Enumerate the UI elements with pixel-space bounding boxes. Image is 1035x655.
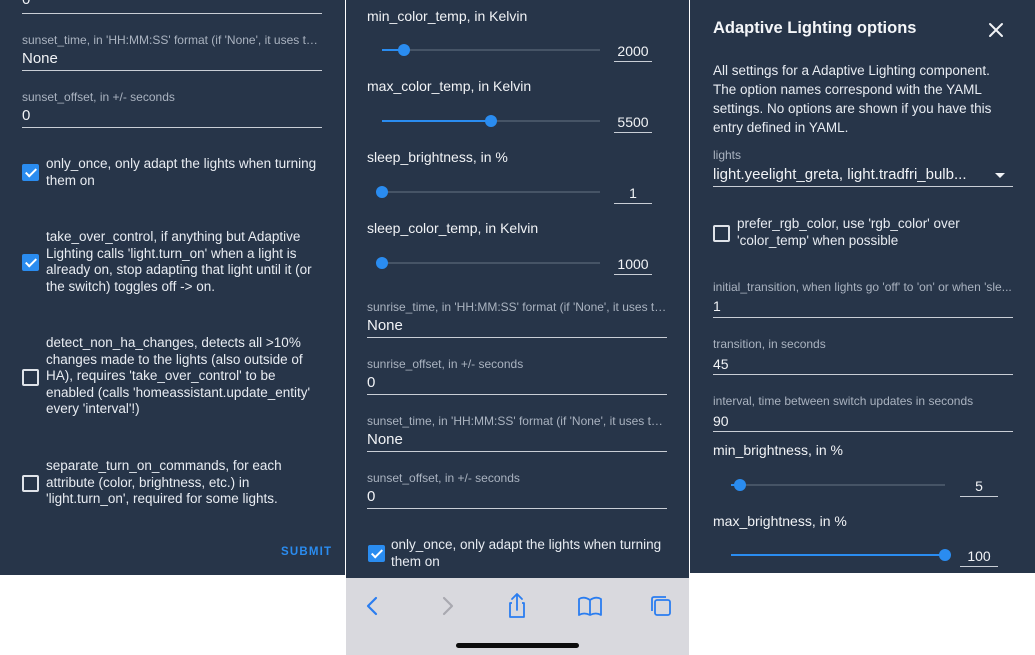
max-brightness-slider-handle[interactable] <box>939 549 951 561</box>
bookmarks-icon[interactable] <box>575 591 605 621</box>
options-panel-right: Adaptive Lighting options All settings f… <box>690 0 1035 573</box>
sleep-brightness-slider[interactable] <box>376 186 600 198</box>
lights-underline <box>713 186 1013 187</box>
prefer-rgb-color-label: prefer_rgb_color, use 'rgb_color' over'c… <box>737 216 960 248</box>
sleep-color-temp-input[interactable]: 1000 <box>614 256 652 275</box>
sunset-offset-underline <box>22 127 322 128</box>
detect-non-ha-changes-label: detect_non_ha_changes, detects all >10% c… <box>46 335 311 416</box>
sleep-color-temp-slider-handle[interactable] <box>376 257 388 269</box>
lights-label: lights <box>713 148 742 162</box>
only-once-label-2: only_once, only adapt the lights when tu… <box>391 537 662 569</box>
submit-button[interactable]: SUBMIT <box>281 546 332 558</box>
sleep-color-temp-label: sleep_color_temp, in Kelvin <box>367 220 539 236</box>
dialog-title: Adaptive Lighting options <box>713 19 917 37</box>
initial-transition-label: initial_transition, when lights go 'off'… <box>713 280 1012 294</box>
min-brightness-slider-handle[interactable] <box>733 479 746 491</box>
initial-transition-underline <box>713 317 1013 318</box>
transition-underline <box>713 374 1013 375</box>
interval-input[interactable]: 90 <box>713 413 729 429</box>
options-panel-left: 0 sunset_time, in 'HH:MM:SS' format (if … <box>0 0 345 575</box>
sunset-time-label-2: sunset_time, in 'HH:MM:SS' format (if 'N… <box>367 414 667 428</box>
prefer-rgb-color-checkbox[interactable] <box>713 225 730 242</box>
sunset-offset-label: sunset_offset, in +/- seconds <box>22 90 175 104</box>
sunrise-time-underline <box>367 337 667 338</box>
detect-non-ha-changes-checkbox[interactable] <box>22 369 39 386</box>
back-icon[interactable] <box>358 591 388 621</box>
sunset-offset-underline-2 <box>367 508 667 509</box>
options-panel-middle: min_color_temp, in Kelvin 2000 max_color… <box>346 0 689 578</box>
max-color-temp-slider-handle[interactable] <box>485 115 497 127</box>
only-once-checkbox[interactable] <box>22 164 39 181</box>
home-indicator <box>456 643 579 648</box>
sunset-time-underline-2 <box>367 451 667 452</box>
min-brightness-input[interactable]: 5 <box>960 478 998 497</box>
sunset-time-input[interactable]: None <box>22 50 58 67</box>
min-color-temp-label: min_color_temp, in Kelvin <box>367 8 528 24</box>
forward-icon[interactable] <box>432 591 462 621</box>
chevron-down-icon[interactable] <box>994 172 1006 180</box>
sleep-brightness-input[interactable]: 1 <box>614 185 652 204</box>
sunrise-time-input[interactable]: None <box>367 317 403 334</box>
max-brightness-slider[interactable] <box>731 549 951 561</box>
separate-turn-on-commands-checkbox[interactable] <box>22 475 39 492</box>
min-color-temp-slider-handle[interactable] <box>397 44 410 56</box>
transition-label: transition, in seconds <box>713 337 826 351</box>
only-once-label: only_once, only adapt the lights when tu… <box>46 156 317 188</box>
sunrise-offset-input[interactable]: 0 <box>367 374 375 391</box>
sunset-time-underline <box>22 70 322 71</box>
transition-input[interactable]: 45 <box>713 356 729 372</box>
take-over-control-label: take_over_control, if anything but Adapt… <box>46 229 312 294</box>
sleep-brightness-label: sleep_brightness, in % <box>367 149 508 165</box>
sunset-time-input-2[interactable]: None <box>367 431 403 448</box>
sunset-time-label: sunset_time, in 'HH:MM:SS' format (if 'N… <box>22 33 322 47</box>
max-color-temp-input[interactable]: 5500 <box>614 114 652 133</box>
lights-select[interactable]: light.yeelight_greta, light.tradfri_bulb… <box>713 166 983 183</box>
interval-label: interval, time between switch updates in… <box>713 394 974 408</box>
share-icon[interactable] <box>502 591 532 621</box>
sleep-brightness-slider-handle[interactable] <box>376 186 388 198</box>
sunset-offset-label-2: sunset_offset, in +/- seconds <box>367 471 520 485</box>
sleep-color-temp-slider[interactable] <box>376 257 600 269</box>
max-color-temp-label: max_color_temp, in Kelvin <box>367 78 532 94</box>
sunset-offset-input-2[interactable]: 0 <box>367 488 375 505</box>
close-icon[interactable] <box>988 22 1004 38</box>
top-field-value[interactable]: 0 <box>22 0 30 8</box>
sunrise-offset-label: sunrise_offset, in +/- seconds <box>367 357 524 371</box>
tabs-icon[interactable] <box>646 591 676 621</box>
max-brightness-label: max_brightness, in % <box>713 513 847 529</box>
take-over-control-checkbox[interactable] <box>22 254 39 271</box>
min-color-temp-input[interactable]: 2000 <box>614 43 652 62</box>
max-brightness-input[interactable]: 100 <box>960 548 998 567</box>
sunrise-offset-underline <box>367 394 667 395</box>
top-field-underline <box>22 13 322 14</box>
only-once-checkbox-2[interactable] <box>368 545 385 562</box>
max-color-temp-slider[interactable] <box>382 115 600 127</box>
min-brightness-label: min_brightness, in % <box>713 442 843 458</box>
interval-underline <box>713 431 1013 432</box>
dialog-description: All settings for a Adaptive Lighting com… <box>713 63 992 135</box>
sunset-offset-input[interactable]: 0 <box>22 107 30 124</box>
min-color-temp-slider[interactable] <box>382 44 600 56</box>
separate-turn-on-commands-label: separate_turn_on_commands, for each attri… <box>46 458 282 506</box>
min-brightness-slider[interactable] <box>731 479 945 491</box>
sunrise-time-label: sunrise_time, in 'HH:MM:SS' format (if '… <box>367 300 667 314</box>
initial-transition-input[interactable]: 1 <box>713 298 721 314</box>
browser-toolbar <box>346 578 689 655</box>
